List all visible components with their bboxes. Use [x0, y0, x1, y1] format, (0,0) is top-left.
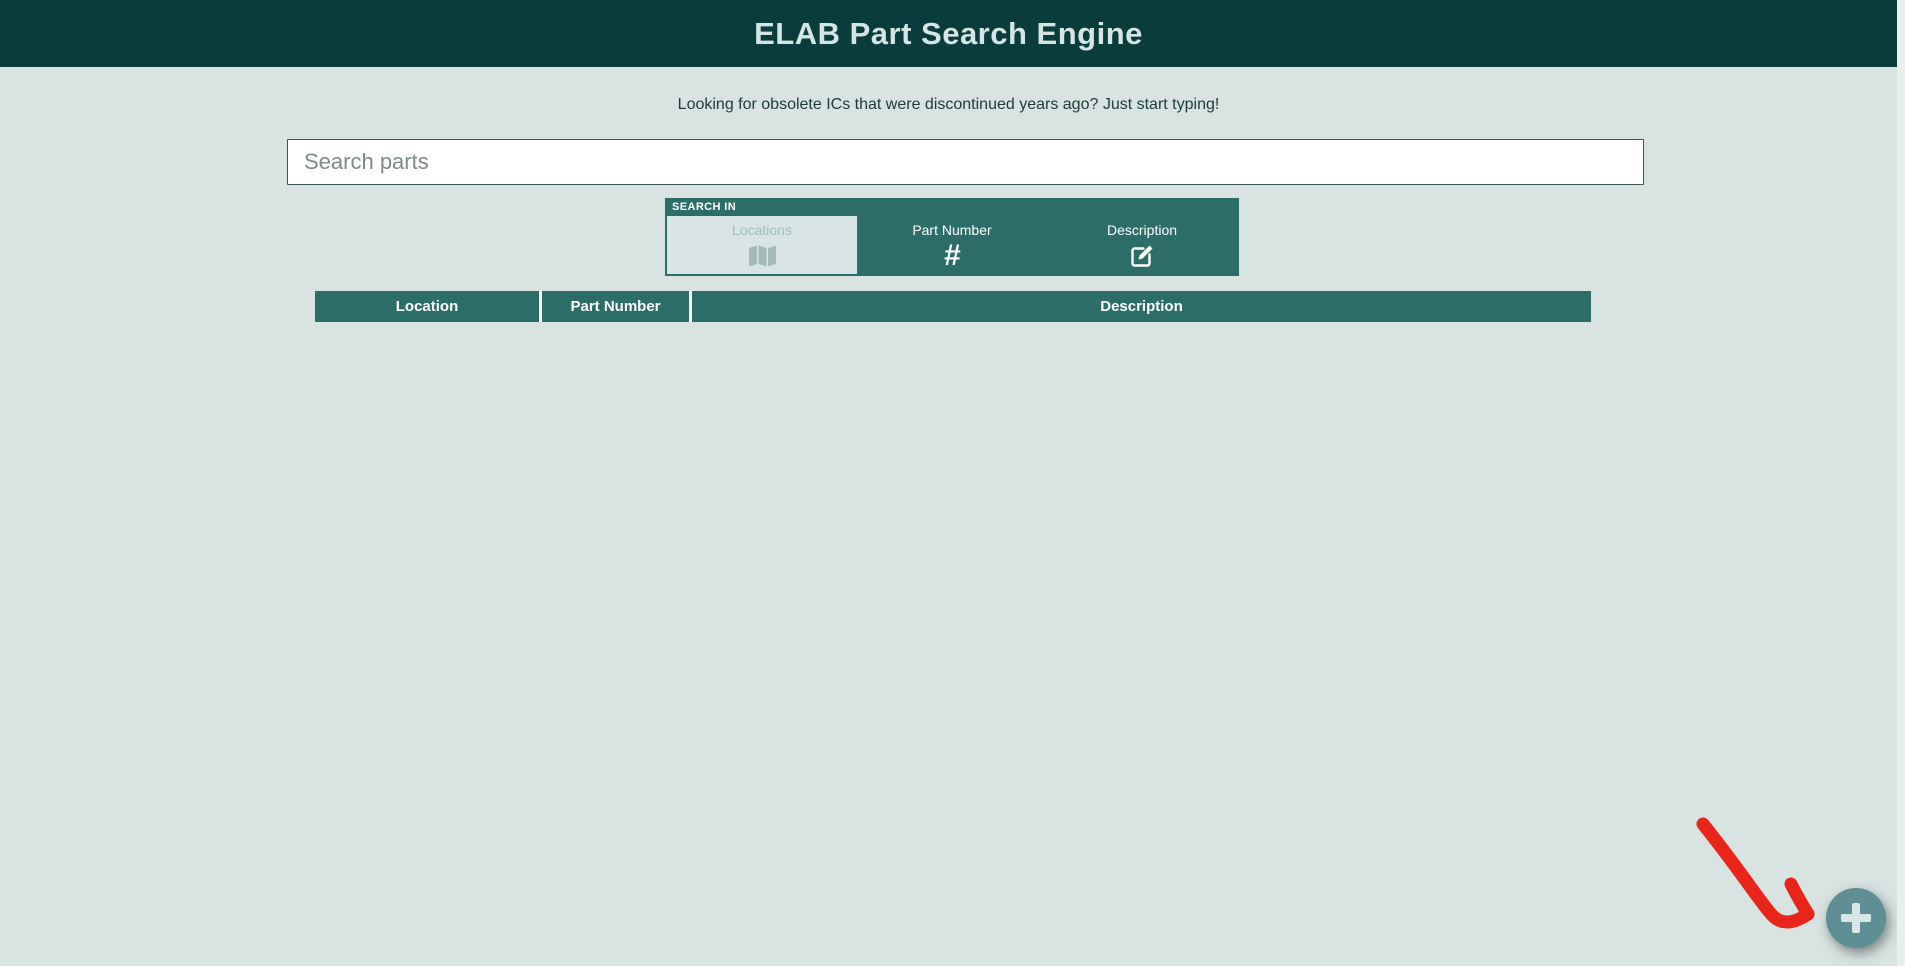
scrollbar-track[interactable] — [1897, 0, 1905, 966]
tab-part-number-label: Part Number — [912, 221, 991, 239]
hashtag-icon: # — [944, 241, 961, 271]
app-window: ELAB Part Search Engine Looking for obso… — [0, 0, 1905, 966]
search-in-panel: SEARCH IN Locations Part Number # — [665, 198, 1239, 276]
column-header-location[interactable]: Location — [315, 291, 542, 322]
tab-locations-label: Locations — [732, 221, 792, 239]
plus-icon — [1841, 903, 1871, 933]
column-header-description[interactable]: Description — [692, 291, 1591, 322]
edit-icon — [1129, 241, 1155, 271]
map-icon — [749, 241, 776, 271]
tab-description-label: Description — [1107, 221, 1177, 239]
add-part-button[interactable] — [1826, 888, 1886, 948]
results-table-header: Location Part Number Description — [315, 291, 1591, 322]
app-header: ELAB Part Search Engine — [0, 0, 1897, 67]
tab-part-number[interactable]: Part Number # — [857, 216, 1047, 274]
page-title: ELAB Part Search Engine — [754, 16, 1143, 52]
search-in-label: SEARCH IN — [672, 201, 736, 213]
column-header-part-number[interactable]: Part Number — [542, 291, 692, 322]
search-in-tabs: Locations Part Number # Description — [667, 216, 1237, 274]
tab-description[interactable]: Description — [1047, 216, 1237, 274]
search-input[interactable] — [287, 139, 1644, 185]
tab-locations[interactable]: Locations — [667, 216, 857, 274]
app-subtitle: Looking for obsolete ICs that were disco… — [0, 96, 1897, 114]
